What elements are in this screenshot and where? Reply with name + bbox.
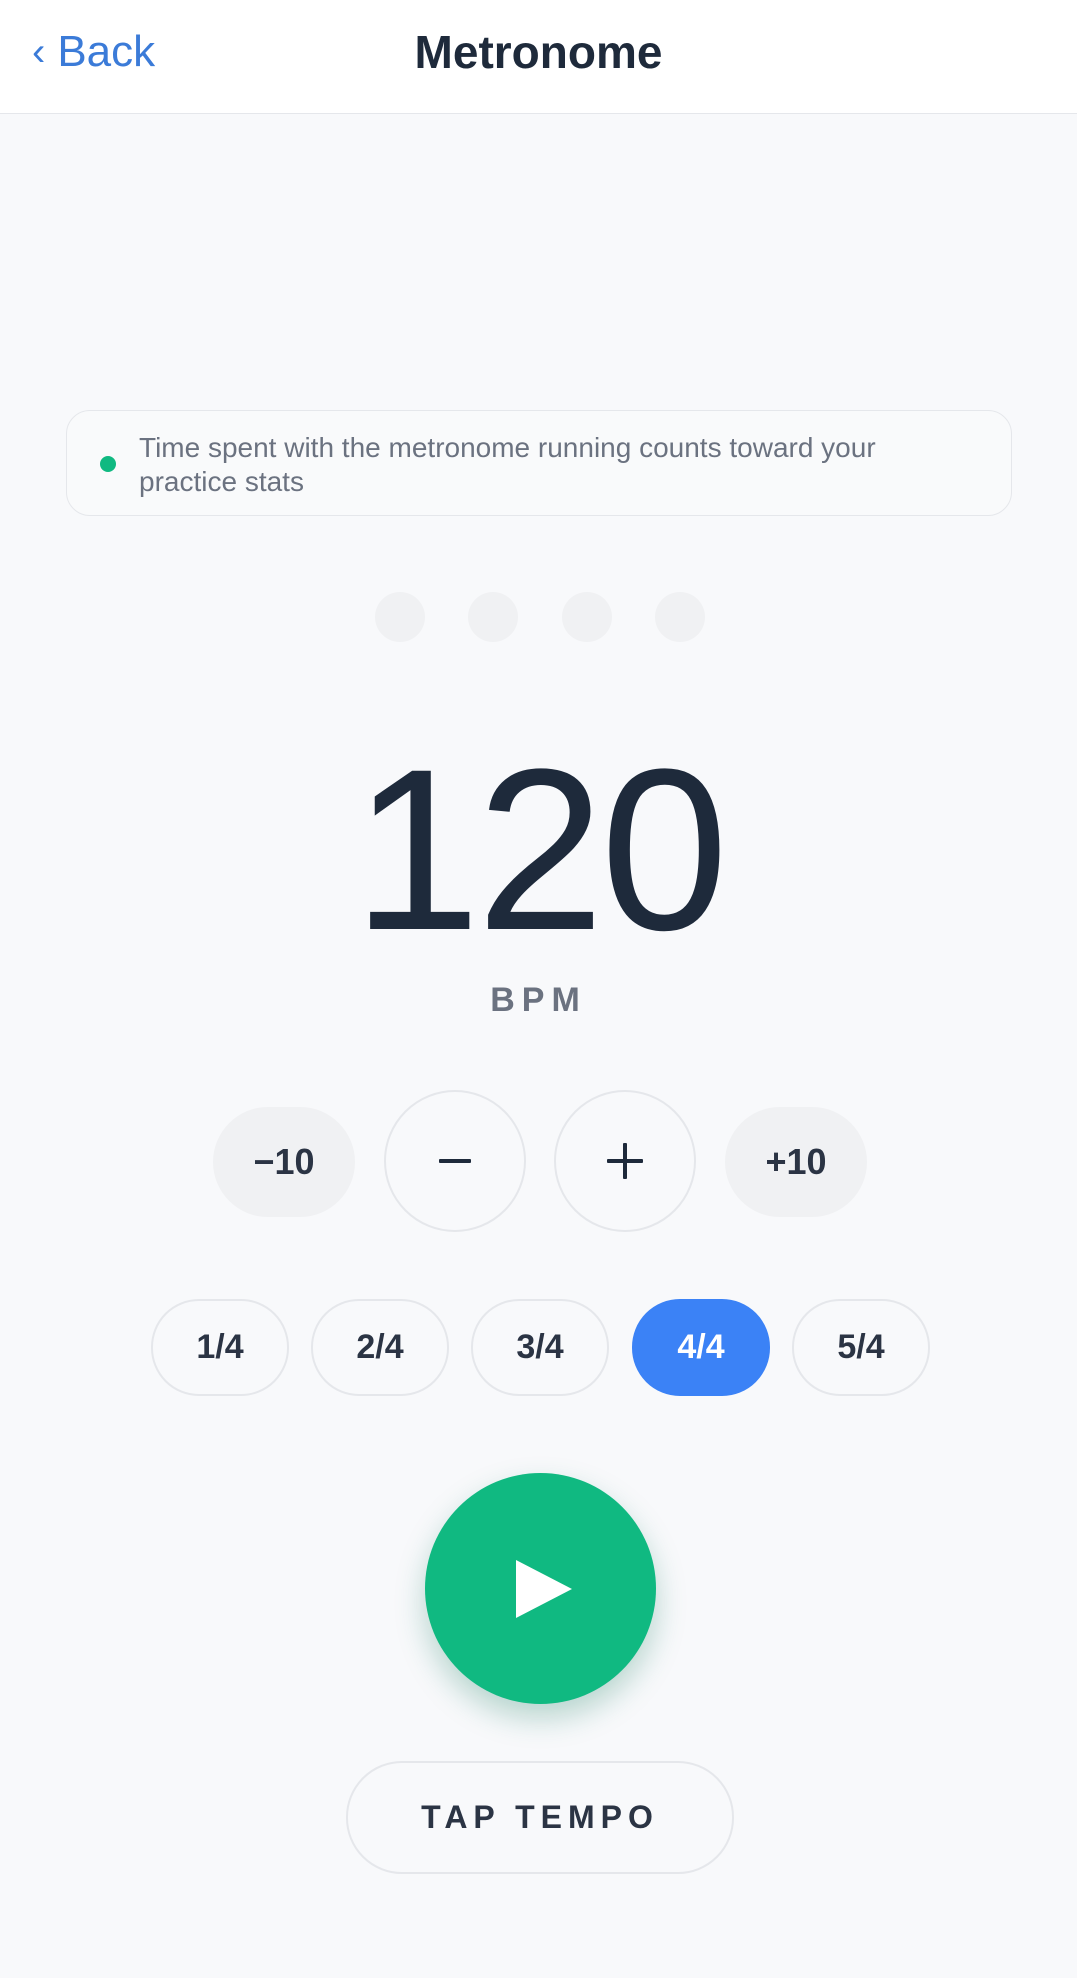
decrease-ten-button[interactable]: −10: [213, 1107, 355, 1217]
time-signature-2-4[interactable]: 2/4: [311, 1299, 449, 1396]
beat-indicator-2: [468, 592, 518, 642]
bpm-value: 120: [352, 721, 729, 978]
practice-stats-notice: Time spent with the metronome running co…: [66, 410, 1012, 516]
bpm-unit-label: BPM: [490, 981, 587, 1019]
beat-indicator-4: [655, 592, 705, 642]
back-button[interactable]: ‹ Back: [32, 22, 155, 82]
minus-icon: [439, 1159, 471, 1163]
chevron-left-icon: ‹: [32, 30, 46, 74]
time-signature-5-4[interactable]: 5/4: [792, 1299, 930, 1396]
time-signature-3-4[interactable]: 3/4: [471, 1299, 609, 1396]
beat-indicator-3: [562, 592, 612, 642]
tap-tempo-button[interactable]: TAP TEMPO: [346, 1761, 734, 1874]
status-dot-icon: [100, 456, 116, 472]
back-label: Back: [57, 27, 156, 76]
notice-text: Time spent with the metronome running co…: [139, 432, 876, 497]
play-button[interactable]: [425, 1473, 656, 1704]
increase-one-button[interactable]: [554, 1090, 696, 1232]
decrease-one-button[interactable]: [384, 1090, 526, 1232]
header-bar: ‹ Back Metronome: [0, 0, 1077, 114]
increase-ten-button[interactable]: +10: [725, 1107, 867, 1217]
page-title: Metronome: [414, 26, 663, 78]
beat-indicator-1: [375, 592, 425, 642]
play-icon: [515, 1559, 572, 1618]
time-signature-4-4[interactable]: 4/4: [632, 1299, 770, 1396]
time-signature-1-4[interactable]: 1/4: [151, 1299, 289, 1396]
plus-icon: [607, 1143, 643, 1179]
